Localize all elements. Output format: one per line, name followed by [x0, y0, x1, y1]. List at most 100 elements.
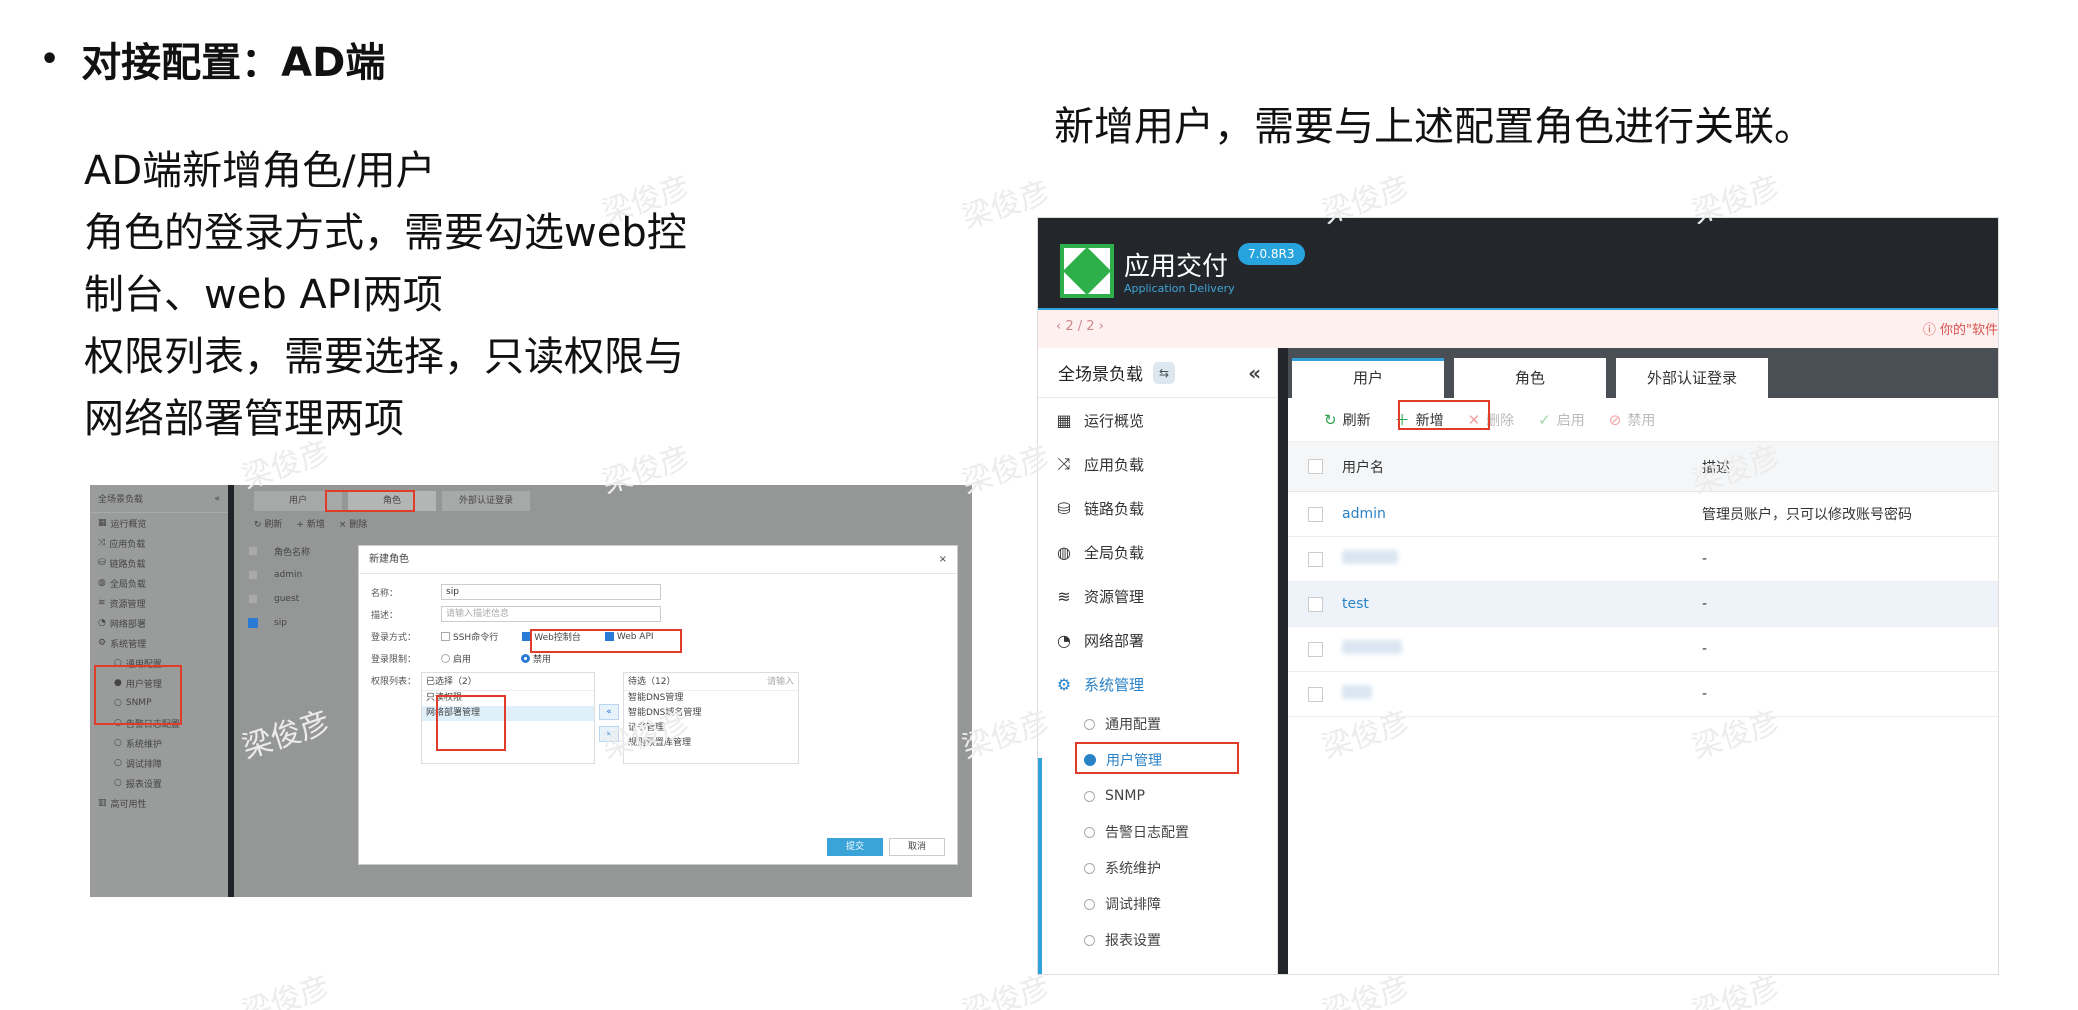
- username-link[interactable]: [1342, 550, 1702, 568]
- ss-sub-item[interactable]: ○ 调试排障: [90, 753, 228, 773]
- sidebar-sub-item[interactable]: 告警日志配置: [1038, 814, 1277, 850]
- refresh-button[interactable]: ↻ 刷新: [1324, 410, 1371, 430]
- notice-pager[interactable]: ‹ 2 / 2 ›: [1056, 319, 1104, 334]
- redacted-mark: [1342, 640, 1402, 654]
- user-table: 用户名 描述 admin 管理员账户，只可以修改账号密码 - test - - …: [1288, 442, 1998, 717]
- ss-nav-item[interactable]: ⤨ 应用负载: [90, 533, 228, 553]
- notice-bar: ‹ 2 / 2 › ⓘ 你的"软件: [1038, 308, 1998, 348]
- tab-roles[interactable]: 角色: [1454, 358, 1606, 398]
- ss-nav-item[interactable]: ▥ 高可用性: [90, 793, 228, 813]
- refresh-icon: ↻: [1324, 410, 1337, 429]
- circle-icon: [1084, 826, 1095, 838]
- ss-row-checkbox[interactable]: [248, 570, 258, 580]
- list-item[interactable]: 证书管理: [624, 721, 798, 736]
- slide-title-text: 对接配置：AD端: [81, 40, 386, 86]
- collapse-icon[interactable]: «: [214, 494, 220, 504]
- ss-refresh-button[interactable]: ↻ 刷新: [254, 517, 282, 533]
- col-username[interactable]: 用户名: [1342, 457, 1702, 477]
- enable-radio[interactable]: 启用: [441, 652, 471, 665]
- table-row[interactable]: -: [1288, 627, 1998, 672]
- sidebar-divider: [1278, 348, 1288, 974]
- ss-add-button[interactable]: + 新增: [296, 517, 324, 533]
- enable-button[interactable]: ✓ 启用: [1538, 410, 1585, 430]
- sidebar-item-resources[interactable]: ≋ 资源管理: [1038, 574, 1277, 618]
- username-link[interactable]: [1342, 685, 1702, 703]
- sidebar-item-overview[interactable]: ▦ 运行概览: [1038, 398, 1277, 442]
- list-item[interactable]: 规则预置库管理: [624, 736, 798, 751]
- sidebar-item-system[interactable]: ⚙ 系统管理: [1038, 662, 1277, 706]
- move-left-button[interactable]: «: [599, 704, 619, 720]
- ss-nav-item[interactable]: ⛁ 链路负载: [90, 553, 228, 573]
- ha-icon: ▥: [98, 798, 107, 808]
- row-checkbox[interactable]: [1307, 641, 1323, 657]
- ss-select-all-checkbox[interactable]: [248, 546, 258, 556]
- cancel-button[interactable]: 取消: [889, 838, 945, 856]
- row-checkbox[interactable]: [1307, 686, 1323, 702]
- right-heading: 新增用户，需要与上述配置角色进行关联。: [1054, 104, 1814, 150]
- sidebar-item-link-load[interactable]: ⛁ 链路负载: [1038, 486, 1277, 530]
- circle-icon: [1084, 790, 1095, 802]
- sidebar-sub-item[interactable]: 调试排障: [1038, 886, 1277, 922]
- table-row[interactable]: -: [1288, 672, 1998, 717]
- submit-button[interactable]: 提交: [827, 838, 883, 856]
- username-link[interactable]: admin: [1342, 506, 1702, 522]
- table-row[interactable]: -: [1288, 537, 1998, 582]
- login-restrict-field: 登录限制： 启用 禁用: [371, 652, 551, 665]
- dashboard-icon: ▦: [1056, 410, 1072, 430]
- collapse-icon[interactable]: «: [1248, 361, 1261, 385]
- username-link[interactable]: test: [1342, 596, 1702, 612]
- app-header: 应用交付 Application Delivery 7.0.8R3: [1038, 218, 1998, 308]
- disable-radio[interactable]: 禁用: [521, 652, 551, 665]
- sidebar-sub-item[interactable]: 报表设置: [1038, 922, 1277, 958]
- tab-external-auth[interactable]: 外部认证登录: [1616, 358, 1768, 398]
- username-link[interactable]: [1342, 640, 1702, 658]
- highlight-box: [436, 695, 506, 751]
- sidebar-item-network[interactable]: ◔ 网络部署: [1038, 618, 1277, 662]
- watermark: 梁俊彦: [237, 969, 335, 1010]
- close-icon[interactable]: ×: [939, 546, 947, 573]
- ssh-checkbox[interactable]: SSH命令行: [441, 630, 498, 643]
- move-right-button[interactable]: »: [599, 726, 619, 742]
- sidebar-sub-item[interactable]: 通用配置: [1038, 706, 1277, 742]
- row-checkbox[interactable]: [1307, 506, 1323, 522]
- sidebar-sub-item[interactable]: 系统维护: [1038, 850, 1277, 886]
- table-row[interactable]: test -: [1288, 582, 1998, 627]
- row-description: -: [1702, 641, 1708, 657]
- sidebar-item-app-load[interactable]: ⤨ 应用负载: [1038, 442, 1277, 486]
- dashboard-icon: ▦: [98, 518, 107, 528]
- tab-strip: 用户 角色 外部认证登录: [1288, 348, 1998, 398]
- circle-icon: ○: [114, 738, 122, 748]
- ss-nav-item[interactable]: ◔ 网络部署: [90, 613, 228, 633]
- ss-row-checkbox[interactable]: [248, 594, 258, 604]
- search-input[interactable]: 请输入: [767, 673, 794, 690]
- intro-line: AD端新增角色/用户: [84, 148, 436, 194]
- sidebar-item-global-load[interactable]: ◍ 全局负载: [1038, 530, 1277, 574]
- select-all-checkbox[interactable]: [1307, 459, 1323, 474]
- desc-input[interactable]: 请输入描述信息: [441, 606, 661, 622]
- ss-nav-item[interactable]: ▦ 运行概览: [90, 513, 228, 533]
- ss-sub-item[interactable]: ○ 报表设置: [90, 773, 228, 793]
- list-item[interactable]: 智能DNS域名管理: [624, 706, 798, 721]
- scene-switch-icon[interactable]: ⇆: [1153, 361, 1175, 384]
- name-input[interactable]: sip: [441, 584, 661, 600]
- ss-sub-item[interactable]: ○ 系统维护: [90, 733, 228, 753]
- ss-tab-external[interactable]: 外部认证登录: [442, 491, 530, 511]
- pending-perm-panel: 待选（12） 请输入 智能DNS管理 智能DNS域名管理 证书管理 规则预置库管…: [623, 672, 799, 764]
- ss-row-checkbox[interactable]: [248, 618, 258, 628]
- ss-nav-item[interactable]: ≋ 资源管理: [90, 593, 228, 613]
- ss-nav-item-system[interactable]: ⚙ 系统管理: [90, 633, 228, 653]
- intro-line: 网络部署管理两项: [84, 396, 404, 442]
- shuffle-icon: ⤨: [1057, 454, 1071, 473]
- disable-button[interactable]: ⊘ 禁用: [1609, 410, 1656, 430]
- ss-nav-item[interactable]: ◍ 全局负载: [90, 573, 228, 593]
- table-row[interactable]: admin 管理员账户，只可以修改账号密码: [1288, 492, 1998, 537]
- row-checkbox[interactable]: [1307, 551, 1323, 567]
- tab-users[interactable]: 用户: [1292, 358, 1444, 398]
- sidebar-sub-item[interactable]: SNMP: [1038, 778, 1277, 814]
- circle-icon: ○: [114, 758, 122, 768]
- row-checkbox[interactable]: [1307, 596, 1323, 612]
- col-description[interactable]: 描述: [1702, 457, 1998, 477]
- ss-delete-button[interactable]: × 删除: [339, 517, 367, 533]
- link-icon: ⛁: [98, 558, 106, 568]
- list-item[interactable]: 智能DNS管理: [624, 691, 798, 706]
